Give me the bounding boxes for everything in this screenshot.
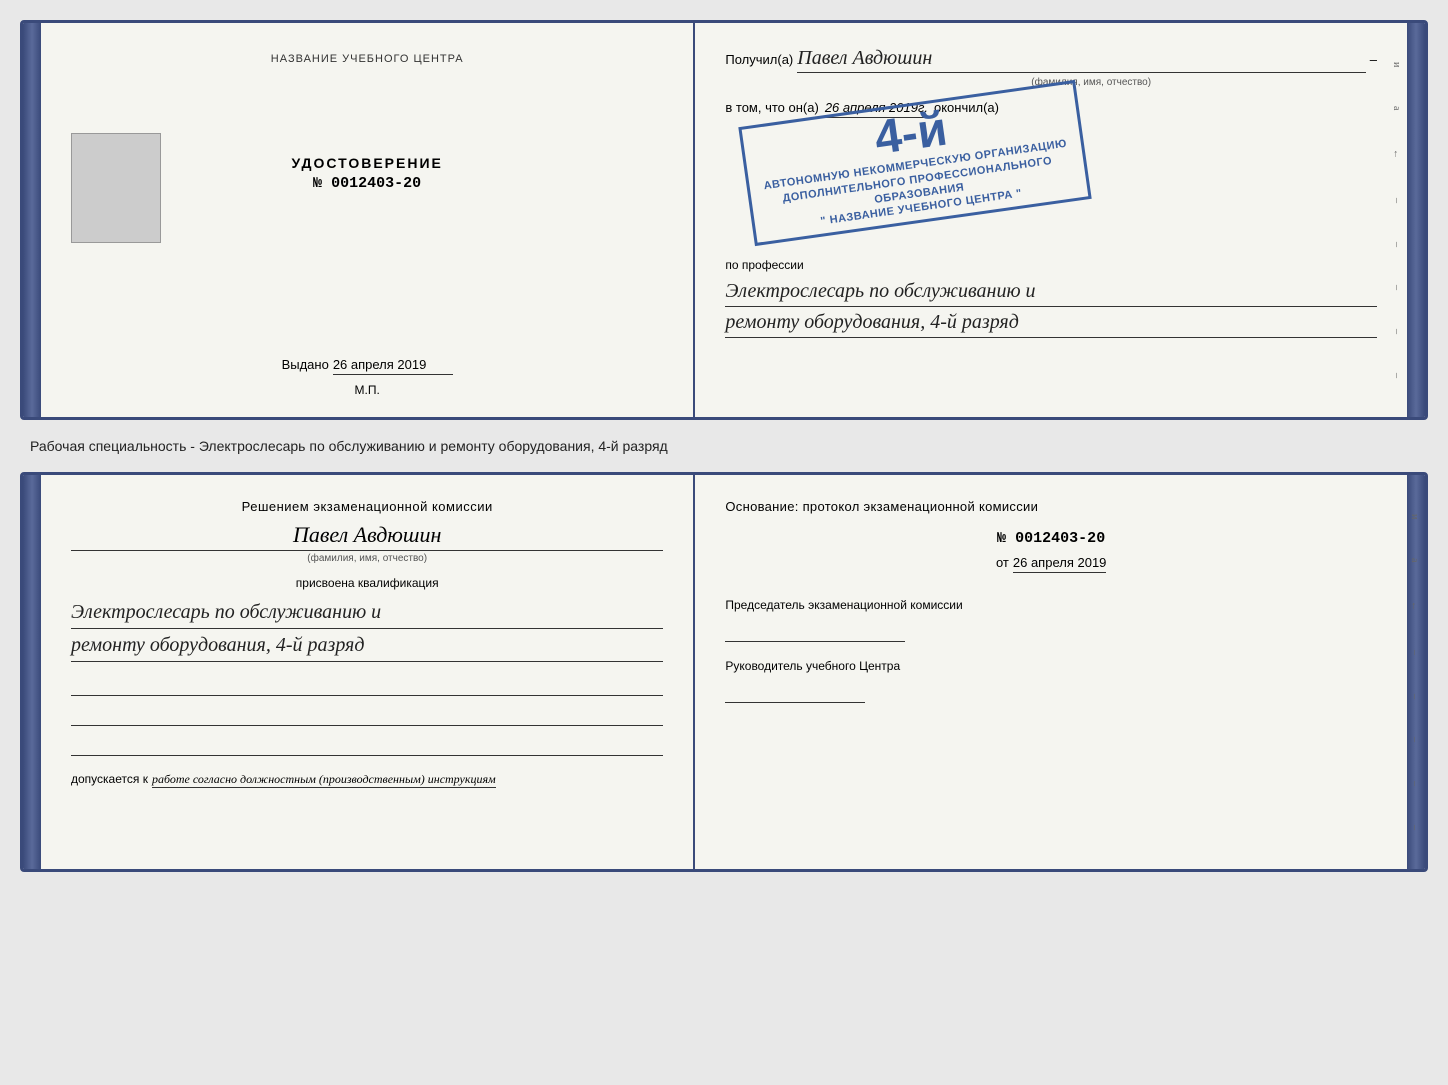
kvalf-line1: Электрослесарь по обслуживанию и	[71, 596, 663, 629]
spine-left-bottom	[23, 475, 41, 869]
predsedatel-label: Председатель экзаменационной комиссии	[725, 597, 1377, 614]
udostoverenie-number: № 0012403-20	[292, 175, 443, 192]
professiya-line1: Электрослесарь по обслуживанию и	[725, 276, 1377, 307]
vydano-line: Выдано 26 апреля 2019	[282, 317, 453, 375]
dopusk-value: работе согласно должностным (производств…	[152, 772, 496, 788]
udostoverenie-block: УДОСТОВЕРЕНИЕ № 0012403-20	[292, 155, 443, 192]
bottom-lines-block	[71, 672, 663, 756]
poluchil-sub: (фамилия, имя, отчество)	[805, 77, 1377, 88]
dash: –	[1370, 52, 1377, 67]
predsedatel-line	[725, 618, 905, 642]
page-container: НАЗВАНИЕ УЧЕБНОГО ЦЕНТРА УДОСТОВЕРЕНИЕ №…	[20, 20, 1428, 872]
resheniye-title: Решением экзаменационной комиссии	[71, 499, 663, 514]
dopusk-label: допускается к	[71, 772, 148, 786]
ot-date: 26 апреля 2019	[1013, 555, 1107, 573]
prisvoena-label: присвоена квалификация	[71, 576, 663, 590]
rukovoditel-label: Руководитель учебного Центра	[725, 658, 1377, 675]
spine-left	[23, 23, 41, 417]
bottom-left-page: Решением экзаменационной комиссии Павел …	[41, 475, 695, 869]
poluchil-label: Получил(а)	[725, 52, 793, 67]
kvalf-line2: ремонту оборудования, 4-й разряд	[71, 629, 663, 662]
blank-line-2	[71, 702, 663, 726]
vtom-date: 26 апреля 2019г.	[825, 100, 928, 118]
person-name-bottom: Павел Авдюшин	[71, 522, 663, 551]
okonchil-label: окончил(а)	[934, 100, 999, 115]
professiya-line2: ремонту оборудования, 4-й разряд	[725, 307, 1377, 338]
bottom-document: Решением экзаменационной комиссии Павел …	[20, 472, 1428, 872]
top-document: НАЗВАНИЕ УЧЕБНОГО ЦЕНТРА УДОСТОВЕРЕНИЕ №…	[20, 20, 1428, 420]
dopuskaetsya-line: допускается к работе согласно должностны…	[71, 772, 663, 788]
right-deco-bottom: и а ← – – – – –	[1409, 475, 1425, 869]
poluchil-line: Получил(а) Павел Авдюшин –	[725, 47, 1377, 73]
blank-line-1	[71, 672, 663, 696]
top-left-page: НАЗВАНИЕ УЧЕБНОГО ЦЕНТРА УДОСТОВЕРЕНИЕ №…	[41, 23, 695, 417]
po-professii-label: по профессии	[725, 258, 1377, 272]
vydano-label: Выдано	[282, 357, 329, 372]
vtom-line: в том, что он(а) 26 апреля 2019г. окончи…	[725, 100, 1377, 118]
po-professii-block: по профессии Электрослесарь по обслужива…	[725, 244, 1377, 338]
bottom-right-page: Основание: протокол экзаменационной коми…	[695, 475, 1407, 869]
right-deco-top: и а ← – – – – –	[1391, 23, 1407, 417]
top-right-page: Получил(а) Павел Авдюшин – (фамилия, имя…	[695, 23, 1407, 417]
left-title: НАЗВАНИЕ УЧЕБНОГО ЦЕНТРА	[271, 53, 464, 65]
ot-label: от	[996, 555, 1009, 570]
stamp-line3: " НАЗВАНИЕ УЧЕБНОГО ЦЕНТРА "	[820, 187, 1023, 229]
vtom-label: в том, что он(а)	[725, 100, 818, 115]
photo-placeholder	[71, 133, 161, 243]
blank-line-3	[71, 732, 663, 756]
spine-right-top	[1407, 23, 1425, 417]
mp-label: М.П.	[355, 383, 380, 397]
udostoverenie-title: УДОСТОВЕРЕНИЕ	[292, 155, 443, 171]
poluchil-name: Павел Авдюшин	[797, 47, 1366, 73]
rukovoditel-line	[725, 679, 865, 703]
middle-text: Рабочая специальность - Электрослесарь п…	[20, 432, 1428, 460]
osnovanie-title: Основание: протокол экзаменационной коми…	[725, 499, 1377, 514]
stamp-line1: АВТОНОМНУЮ НЕКОММЕРЧЕСКУЮ ОРГАНИЗАЦИЮ	[763, 137, 1068, 194]
vydano-value: 26 апреля 2019	[333, 357, 453, 375]
stamp-line2: ДОПОЛНИТЕЛЬНОГО ПРОФЕССИОНАЛЬНОГО ОБРАЗО…	[759, 150, 1078, 223]
protocol-date: от 26 апреля 2019	[725, 555, 1377, 573]
person-sub-bottom: (фамилия, имя, отчество)	[71, 553, 663, 564]
protocol-number: № 0012403-20	[725, 530, 1377, 547]
